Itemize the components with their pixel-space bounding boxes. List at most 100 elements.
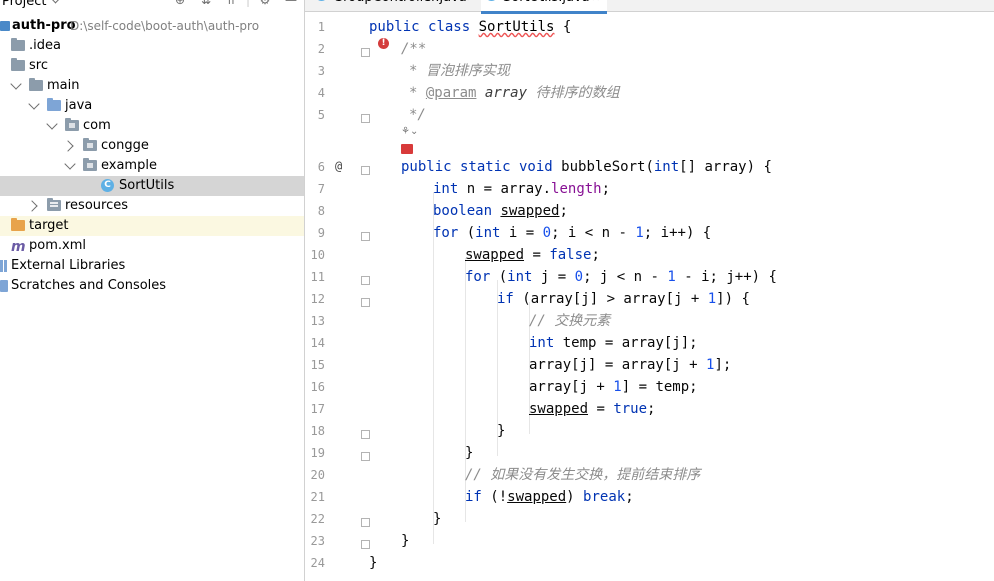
line-number: 8 <box>317 204 325 218</box>
tree-item-label: target <box>29 218 69 233</box>
code-token: int <box>475 225 501 241</box>
chevron-down-icon[interactable] <box>64 158 76 170</box>
code-token: ]) { <box>716 291 750 307</box>
minimize-icon[interactable]: — <box>284 0 298 7</box>
editor-tab-bar: C GroupController.java ✕ C SortUtils.jav… <box>305 0 994 14</box>
code-token: int <box>433 181 459 197</box>
code-line: * 冒泡排序实现 <box>409 60 510 82</box>
folder-icon <box>11 58 25 71</box>
java-class-icon: C <box>101 179 114 192</box>
code-token: ( <box>498 269 508 285</box>
code-token: } <box>401 533 410 549</box>
expand-all-icon[interactable]: ⇊ <box>199 0 213 7</box>
tree-item-label: java <box>65 98 93 113</box>
tree-item-scratches-and-consoles[interactable]: Scratches and Consoles <box>0 276 304 296</box>
tree-item-external-libraries[interactable]: External Libraries <box>0 256 304 276</box>
tree-item-label: SortUtils <box>119 178 175 193</box>
tree-item-label: Scratches and Consoles <box>11 278 167 293</box>
code-token: if <box>497 291 514 307</box>
code-token: n = array. <box>466 181 552 197</box>
code-editor: C GroupController.java ✕ C SortUtils.jav… <box>305 0 994 581</box>
close-icon[interactable]: ✕ <box>591 0 600 8</box>
tab-label: SortUtils.java <box>503 0 590 8</box>
line-number: 18 <box>310 424 325 438</box>
code-token: swapped <box>529 401 589 417</box>
code-token: ; <box>559 203 568 219</box>
code-line: // 如果没有发生交换，提前结束排序 <box>465 464 700 486</box>
tree-item-congge[interactable]: congge <box>0 136 304 156</box>
code-token: class <box>428 19 471 35</box>
tree-item-src[interactable]: src <box>0 56 304 76</box>
override-icon[interactable]: @ <box>335 159 342 173</box>
code-token: (array[j] > array[j + <box>513 291 708 307</box>
tree-item-idea[interactable]: .idea <box>0 36 304 56</box>
code-line: for (int i = 0; i < n - 1; i++) { <box>433 222 711 244</box>
code-token: public <box>369 19 420 35</box>
code-token: } <box>497 423 506 439</box>
code-token: boolean <box>433 203 493 219</box>
tree-item-resources[interactable]: resources <box>0 196 304 216</box>
tree-item-auth-pro[interactable]: auth-pro D:\self-code\boot-auth\auth-pro <box>0 16 304 36</box>
chevron-down-icon[interactable] <box>46 118 58 130</box>
tree-item-label: .idea <box>29 38 61 53</box>
source-folder-icon <box>47 98 61 111</box>
tree-item-label: resources <box>65 198 129 213</box>
chevron-right-icon[interactable] <box>62 140 74 152</box>
tree-item-label: com <box>83 118 111 133</box>
code-token: ; <box>591 247 600 263</box>
editor-gutter: 1 2 3 4 5 6 7 8 9 10 11 12 13 14 15 16 1… <box>305 14 370 581</box>
code-token: (! <box>481 489 508 505</box>
code-token: bubbleSort( <box>561 159 654 175</box>
code-token: ; j < n - <box>583 269 668 285</box>
resources-folder-icon <box>47 198 61 211</box>
line-number: 15 <box>310 358 325 372</box>
code-line: if (!swapped) break; <box>465 486 634 508</box>
line-number: 11 <box>310 270 325 284</box>
chevron-down-icon[interactable] <box>10 78 22 90</box>
chevron-down-icon[interactable] <box>28 98 40 110</box>
tree-item-java[interactable]: java <box>0 96 304 116</box>
tree-item-target[interactable]: target <box>0 216 304 236</box>
close-icon[interactable]: ✕ <box>461 0 470 8</box>
tree-item-label: example <box>101 158 157 173</box>
code-line: public static void bubbleSort(int[] arra… <box>401 156 772 178</box>
code-token: ; i++) { <box>643 225 712 241</box>
tree-item-com[interactable]: com <box>0 116 304 136</box>
module-icon <box>0 21 10 31</box>
tree-item-example[interactable]: example <box>0 156 304 176</box>
tree-item-label: congge <box>101 138 149 153</box>
line-number: 3 <box>317 64 325 78</box>
line-number: 6 <box>317 160 325 174</box>
package-icon <box>83 138 97 151</box>
chevron-right-icon[interactable] <box>26 200 38 212</box>
tree-item-main[interactable]: main <box>0 76 304 96</box>
code-token: ; <box>647 401 656 417</box>
line-number: 7 <box>317 182 325 196</box>
tab-label: GroupController.java <box>333 0 467 8</box>
line-number: 4 <box>317 86 325 100</box>
excluded-folder-icon <box>11 218 25 231</box>
code-token: true <box>613 401 648 417</box>
tree-item-sortutils[interactable]: C SortUtils <box>0 176 304 196</box>
tab-sortutils[interactable]: C SortUtils.java ✕ <box>481 0 607 14</box>
toolbar-separator: | <box>246 0 251 7</box>
tree-item-label: src <box>29 58 48 73</box>
project-panel-header: Project ⊕ ⇊ ⇈ | ⚙ — <box>0 0 304 12</box>
code-token: if <box>465 489 482 505</box>
collapse-all-icon[interactable]: ⇈ <box>224 0 238 7</box>
code-line: swapped = false; <box>465 244 600 266</box>
code-token: ) <box>566 489 584 505</box>
project-panel-title[interactable]: Project <box>2 0 46 9</box>
library-icon <box>0 260 3 272</box>
code-token: /** <box>401 41 427 57</box>
code-area[interactable]: public class SortUtils { /** * 冒泡排序实现 * … <box>369 14 989 581</box>
locate-file-icon[interactable]: ⊕ <box>173 0 187 7</box>
chevron-down-icon[interactable] <box>50 0 61 4</box>
gear-icon[interactable]: ⚙ <box>258 0 272 7</box>
project-path: D:\self-code\boot-auth\auth-pro <box>70 19 260 33</box>
indent-guide <box>433 192 434 544</box>
tree-item-pom-xml[interactable]: m pom.xml <box>0 236 304 256</box>
code-token: - i; j++) { <box>675 269 777 285</box>
code-token: // 交换元素 <box>529 313 611 329</box>
tab-groupcontroller[interactable]: C GroupController.java ✕ <box>313 0 473 11</box>
